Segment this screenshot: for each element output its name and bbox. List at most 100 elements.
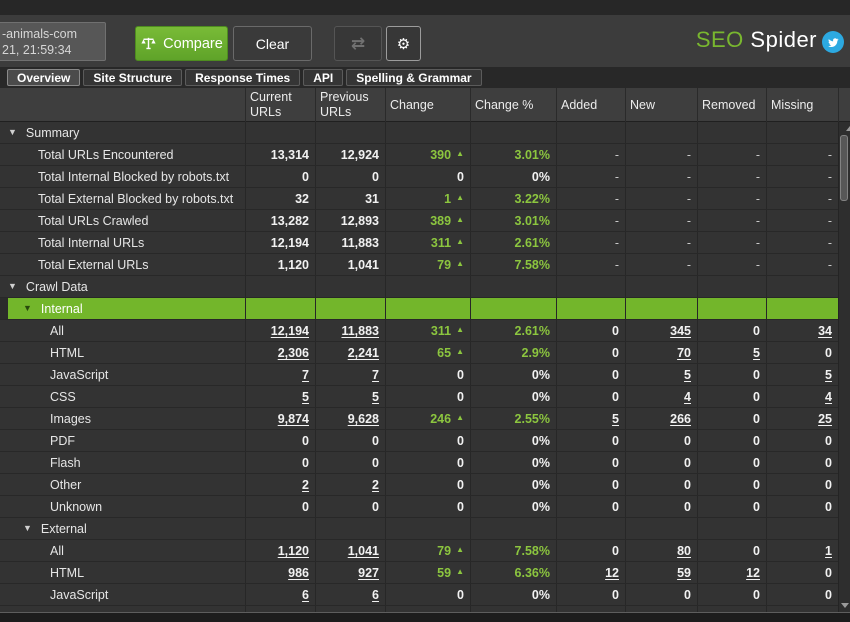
cell-new[interactable]: 5 xyxy=(625,364,697,385)
cell-previous-urls[interactable]: 2,241 xyxy=(315,342,385,363)
table-row-javascript[interactable]: JavaScript7700%0505 xyxy=(0,364,838,386)
column-header-removed[interactable]: Removed xyxy=(697,88,766,122)
table-row-all[interactable]: All12,19411,883311▲2.61%0345034 xyxy=(0,320,838,342)
collapse-triangle-icon[interactable]: ▼ xyxy=(8,128,17,137)
cell-current-urls[interactable]: 12,194 xyxy=(245,320,315,341)
cell-removed[interactable]: 5 xyxy=(697,342,766,363)
column-header-change[interactable]: Change xyxy=(385,88,470,122)
table-row-total-urls-encountered[interactable]: Total URLs Encountered13,31412,924390▲3.… xyxy=(0,144,838,166)
compare-button[interactable]: Compare xyxy=(135,26,228,61)
table-row-images[interactable]: Images9,8749,628246▲2.55%5266025 xyxy=(0,408,838,430)
cell-value-link[interactable]: 5 xyxy=(372,390,379,404)
cell-value-link[interactable]: 986 xyxy=(288,566,309,580)
horizontal-scrollbar[interactable] xyxy=(0,612,850,622)
tab-site-structure[interactable]: Site Structure xyxy=(83,69,182,86)
cell-previous-urls[interactable]: 927 xyxy=(315,562,385,583)
column-header-missing[interactable]: Missing xyxy=(766,88,838,122)
table-row-javascript[interactable]: JavaScript6600%0000 xyxy=(0,584,838,606)
cell-previous-urls[interactable]: 5 xyxy=(315,386,385,407)
cell-value-link[interactable]: 2,241 xyxy=(348,346,379,360)
scroll-down-icon[interactable] xyxy=(841,603,849,608)
cell-current-urls[interactable]: 2,306 xyxy=(245,342,315,363)
cell-value-link[interactable]: 11,883 xyxy=(341,324,379,338)
collapse-triangle-icon[interactable]: ▼ xyxy=(8,282,17,291)
column-header-previous-urls[interactable]: Previous URLs xyxy=(315,88,385,122)
cell-removed[interactable]: 12 xyxy=(697,562,766,583)
cell-previous-urls[interactable]: 11,883 xyxy=(315,320,385,341)
cell-previous-urls[interactable]: 6 xyxy=(315,584,385,605)
cell-previous-urls[interactable]: 7 xyxy=(315,364,385,385)
table-row-total-internal-blocked-by-robots-txt[interactable]: Total Internal Blocked by robots.txt0000… xyxy=(0,166,838,188)
cell-value-link[interactable]: 25 xyxy=(818,412,832,426)
cell-new[interactable]: 70 xyxy=(625,342,697,363)
cell-value-link[interactable]: 5 xyxy=(753,346,760,360)
cell-value-link[interactable]: 5 xyxy=(825,368,832,382)
column-header-change[interactable]: Change % xyxy=(470,88,556,122)
table-row-css[interactable]: CSS5500%0404 xyxy=(0,386,838,408)
cell-previous-urls[interactable]: 1,041 xyxy=(315,540,385,561)
cell-added[interactable]: 12 xyxy=(556,562,625,583)
cell-current-urls[interactable]: 7 xyxy=(245,364,315,385)
cell-previous-urls[interactable]: 2 xyxy=(315,474,385,495)
cell-value-link[interactable]: 2 xyxy=(302,478,309,492)
column-header-current-urls[interactable]: Current URLs xyxy=(245,88,315,122)
swap-crawls-button[interactable]: ⇄ xyxy=(334,26,382,61)
cell-current-urls[interactable]: 5 xyxy=(245,386,315,407)
cell-current-urls[interactable]: 6 xyxy=(245,584,315,605)
cell-value-link[interactable]: 345 xyxy=(670,324,691,338)
section-row-internal[interactable]: ▼Internal xyxy=(0,298,838,320)
cell-value-link[interactable]: 5 xyxy=(612,412,619,426)
cell-value-link[interactable]: 2,306 xyxy=(278,346,309,360)
cell-new[interactable]: 266 xyxy=(625,408,697,429)
clear-button[interactable]: Clear xyxy=(233,26,312,61)
cell-value-link[interactable]: 70 xyxy=(677,346,691,360)
previous-crawl-select[interactable]: -animals-com 21, 21:59:34 xyxy=(0,22,106,61)
cell-new[interactable]: 59 xyxy=(625,562,697,583)
cell-value-link[interactable]: 5 xyxy=(302,390,309,404)
cell-value-link[interactable]: 34 xyxy=(818,324,832,338)
cell-new[interactable]: 4 xyxy=(625,386,697,407)
cell-new[interactable]: 345 xyxy=(625,320,697,341)
cell-added[interactable]: 5 xyxy=(556,408,625,429)
cell-value-link[interactable]: 1,041 xyxy=(348,544,379,558)
section-row-external[interactable]: ▼External xyxy=(0,518,838,540)
table-row-total-external-blocked-by-robots-txt[interactable]: Total External Blocked by robots.txt3231… xyxy=(0,188,838,210)
compare-config-button[interactable]: ⚙ xyxy=(386,26,421,61)
tab-overview[interactable]: Overview xyxy=(7,69,80,86)
table-row-html[interactable]: HTML2,3062,24165▲2.9%07050 xyxy=(0,342,838,364)
cell-value-link[interactable]: 1,120 xyxy=(278,544,309,558)
cell-previous-urls[interactable]: 9,628 xyxy=(315,408,385,429)
cell-value-link[interactable]: 7 xyxy=(372,368,379,382)
collapse-triangle-icon[interactable]: ▼ xyxy=(23,304,32,313)
cell-value-link[interactable]: 9,628 xyxy=(348,412,379,426)
cell-missing[interactable]: 4 xyxy=(766,386,838,407)
table-row-total-internal-urls[interactable]: Total Internal URLs12,19411,883311▲2.61%… xyxy=(0,232,838,254)
cell-missing[interactable]: 34 xyxy=(766,320,838,341)
section-row-crawl-data[interactable]: ▼Crawl Data xyxy=(0,276,838,298)
cell-value-link[interactable]: 80 xyxy=(677,544,691,558)
twitter-icon[interactable] xyxy=(822,31,844,53)
scroll-up-icon[interactable] xyxy=(846,126,850,131)
cell-value-link[interactable]: 12,194 xyxy=(271,324,309,338)
cell-value-link[interactable]: 1 xyxy=(825,544,832,558)
cell-value-link[interactable]: 6 xyxy=(372,588,379,602)
cell-missing[interactable]: 1 xyxy=(766,540,838,561)
cell-value-link[interactable]: 266 xyxy=(670,412,691,426)
cell-value-link[interactable]: 4 xyxy=(684,390,691,404)
cell-value-link[interactable]: 6 xyxy=(302,588,309,602)
column-header-added[interactable]: Added xyxy=(556,88,625,122)
cell-current-urls[interactable]: 2 xyxy=(245,474,315,495)
cell-value-link[interactable]: 5 xyxy=(684,368,691,382)
table-row-html[interactable]: HTML98692759▲6.36%1259120 xyxy=(0,562,838,584)
cell-value-link[interactable]: 12 xyxy=(746,566,760,580)
cell-value-link[interactable]: 2 xyxy=(372,478,379,492)
cell-value-link[interactable]: 9,874 xyxy=(278,412,309,426)
cell-missing[interactable]: 5 xyxy=(766,364,838,385)
cell-value-link[interactable]: 927 xyxy=(358,566,379,580)
table-row-all[interactable]: All1,1201,04179▲7.58%08001 xyxy=(0,540,838,562)
vertical-scrollbar[interactable] xyxy=(838,122,850,612)
tab-spelling-grammar[interactable]: Spelling & Grammar xyxy=(346,69,481,86)
table-row-total-external-urls[interactable]: Total External URLs1,1201,04179▲7.58%---… xyxy=(0,254,838,276)
tab-response-times[interactable]: Response Times xyxy=(185,69,300,86)
table-row-total-urls-crawled[interactable]: Total URLs Crawled13,28212,893389▲3.01%-… xyxy=(0,210,838,232)
